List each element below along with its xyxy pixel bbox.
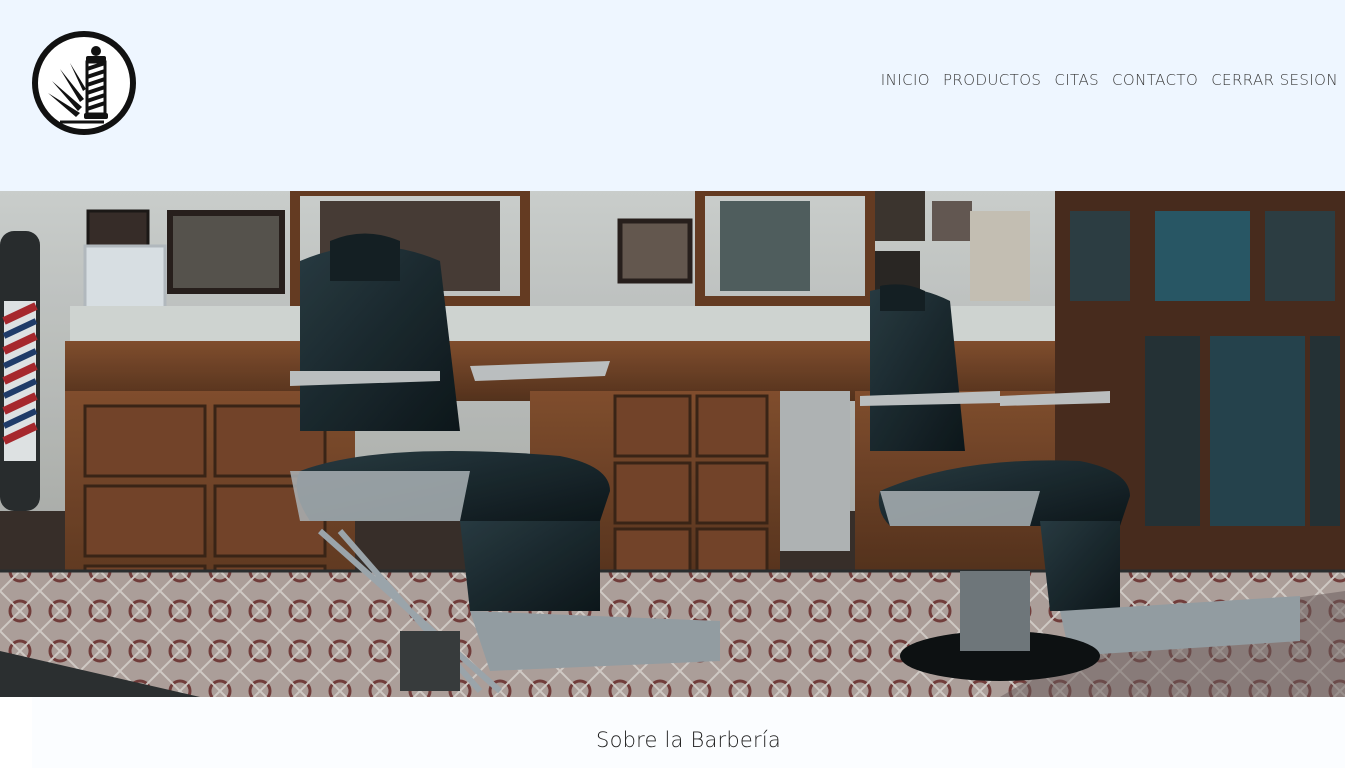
nav-cerrar-sesion[interactable]: CERRAR SESION xyxy=(1211,70,1338,90)
main-nav: INICIO PRODUCTOS CITAS CONTACTO CERRAR S… xyxy=(881,70,1338,90)
hero-image xyxy=(0,191,1345,697)
nav-contacto[interactable]: CONTACTO xyxy=(1112,70,1198,90)
nav-productos[interactable]: PRODUCTOS xyxy=(943,70,1041,90)
about-section: Sobre la Barbería xyxy=(32,697,1345,768)
nav-citas[interactable]: CITAS xyxy=(1054,70,1099,90)
barber-pole-razor-icon xyxy=(32,31,136,135)
logo[interactable] xyxy=(30,29,138,137)
barbershop-interior-photo xyxy=(0,191,1345,697)
about-title: Sobre la Barbería xyxy=(596,728,781,752)
nav-inicio[interactable]: INICIO xyxy=(881,70,930,90)
site-header: INICIO PRODUCTOS CITAS CONTACTO CERRAR S… xyxy=(0,0,1345,191)
